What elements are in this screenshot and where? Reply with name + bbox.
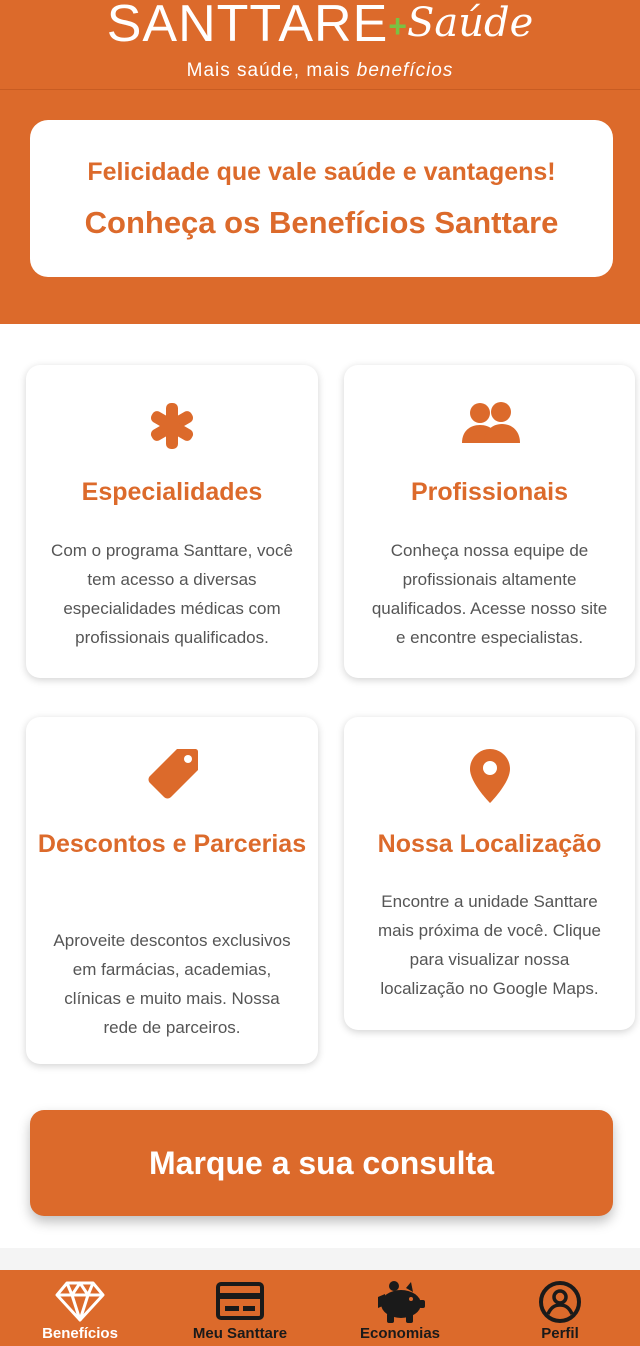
tagline: Mais saúde, mais benefícios (0, 60, 640, 82)
card-icon (160, 1280, 320, 1322)
card-localizacao[interactable]: Nossa Localização Encontre a unidade San… (344, 717, 635, 1030)
divider (0, 1248, 640, 1270)
map-pin-icon (344, 747, 635, 805)
hero-title: Conheça os Benefícios Santtare (84, 205, 559, 240)
nav-item-beneficios[interactable]: Benefícios (0, 1270, 160, 1346)
card-title: Especialidades (81, 478, 263, 506)
logo-script: Saúde (406, 0, 534, 46)
app-header: SANTTARE+Saúde Mais saúde, mais benefíci… (0, 0, 640, 90)
card-description: Com o programa Santtare, você tem acesso… (51, 541, 293, 647)
card-description: Encontre a unidade Santtare mais próxima… (378, 892, 601, 998)
card-title: Profissionais (411, 478, 568, 506)
card-description: Aproveite descontos exclusivos em farmác… (53, 931, 291, 1037)
card-descontos[interactable]: Descontos e Parcerias Aproveite desconto… (26, 717, 318, 1064)
tagline-plain: Mais saúde, mais (186, 60, 357, 81)
card-profissionais[interactable]: Profissionais Conheça nossa equipe de pr… (344, 365, 635, 678)
logo: SANTTARE+Saúde (0, 0, 640, 56)
diamond-icon (0, 1280, 160, 1322)
nav-item-economias[interactable]: Economias (320, 1270, 480, 1346)
nav-label: Benefícios (42, 1325, 118, 1342)
card-title: Nossa Localização (377, 830, 602, 858)
piggy-bank-icon (320, 1280, 480, 1324)
tag-icon (26, 745, 318, 803)
nav-item-perfil[interactable]: Perfil (480, 1270, 640, 1346)
asterisk-icon (26, 401, 318, 451)
card-especialidades[interactable]: Especialidades Com o programa Santtare, … (26, 365, 318, 678)
card-title: Descontos e Parcerias (37, 830, 307, 858)
hero-subtitle: Felicidade que vale saúde e vantagens! (87, 158, 556, 186)
nav-label: Meu Santtare (192, 1325, 288, 1342)
logo-wordmark: SANTTARE (106, 0, 389, 53)
user-circle-icon (480, 1280, 640, 1324)
hero-card: Felicidade que vale saúde e vantagens! C… (30, 120, 613, 277)
tagline-italic: benefícios (356, 60, 454, 81)
nav-item-meu-santtare[interactable]: Meu Santtare (160, 1270, 320, 1346)
book-appointment-button[interactable]: Marque a sua consulta (30, 1110, 613, 1216)
users-icon (344, 401, 635, 447)
card-description: Conheça nossa equipe de profissionais al… (371, 541, 608, 647)
nav-label: Economias (359, 1325, 441, 1342)
nav-label: Perfil (541, 1325, 579, 1342)
bottom-nav: Benefícios Meu Santtare Economias Perfil (0, 1270, 640, 1346)
logo-plus: + (388, 8, 407, 44)
